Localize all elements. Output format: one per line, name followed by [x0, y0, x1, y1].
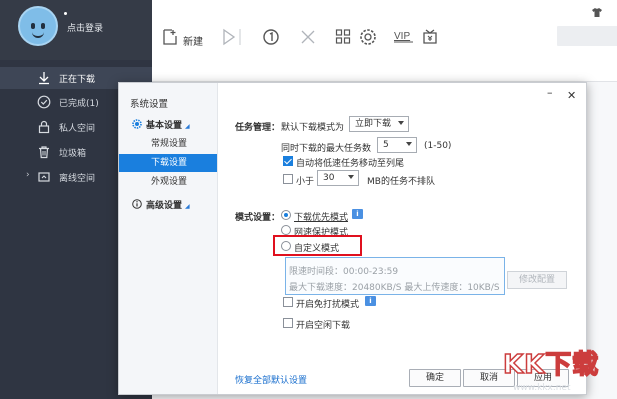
auto-move-label: 自动将低速任务移动至列尾 [296, 159, 405, 169]
no-disturb-checkbox[interactable] [283, 297, 293, 307]
no-disturb-label: 开启免打扰模式 [296, 300, 360, 310]
download-arrow-icon [37, 71, 51, 85]
speed-limit-detail: 最大下载速度：20480KB/S 最大上传速度：10KB/S [289, 283, 500, 293]
sidebar-item-label: 已完成(1) [59, 99, 99, 109]
speed-limit-icon[interactable] [262, 28, 280, 50]
nav-group-label: 高级设置 [146, 201, 183, 211]
less-than-suffix: MB的任务不排队 [367, 177, 435, 187]
new-button-label[interactable]: 新建 [183, 33, 203, 48]
settings-nav: 系统设置 基本设置 ◢ 常规设置 下载设置 外观设置 高级设置 ◢ [119, 83, 218, 394]
chevron-right-icon[interactable]: › [26, 170, 30, 180]
minimize-icon[interactable]: – [547, 86, 553, 99]
gear-icon [132, 119, 142, 129]
idle-download-label: 开启空闲下载 [296, 321, 351, 331]
highlight-box [273, 235, 362, 256]
auto-move-checkbox[interactable] [283, 156, 293, 166]
nav-sub-general[interactable]: 常规设置 [119, 135, 217, 153]
sidebar-item-label: 垃圾箱 [59, 149, 87, 159]
select-value: 30 [323, 173, 335, 183]
nav-group-basic[interactable]: 基本设置 ◢ [132, 118, 190, 131]
mode-label: 模式设置： [235, 213, 281, 223]
less-than-checkbox[interactable] [283, 174, 293, 184]
sidebar-item-label: 正在下载 [59, 75, 96, 85]
restore-defaults-link[interactable]: 恢复全部默认设置 [235, 373, 307, 386]
nav-sub-download[interactable]: 下载设置 [119, 154, 217, 172]
divider [238, 28, 242, 50]
mode-radio-download-first[interactable] [281, 210, 291, 220]
info-icon[interactable]: i [352, 209, 363, 219]
cloud-icon [37, 170, 51, 184]
select-value: 5 [383, 140, 389, 150]
avatar[interactable] [18, 6, 58, 46]
status-dot [64, 12, 67, 15]
watermark-logo: KK下载 [502, 349, 600, 381]
chevron-down-icon [348, 175, 354, 179]
max-tasks-range: (1-50) [424, 141, 452, 151]
new-file-icon[interactable] [162, 28, 178, 50]
max-tasks-label: 同时下载的最大任务数 [281, 144, 372, 154]
trash-icon [37, 145, 51, 159]
sidebar-item-label: 离线空间 [59, 174, 96, 184]
chevron-down-icon [406, 142, 412, 146]
close-icon[interactable]: ✕ [567, 89, 576, 102]
select-value: 立即下载 [355, 119, 392, 129]
mode-radio-net-protect[interactable] [281, 225, 291, 235]
default-mode-label: 默认下载模式为 [281, 123, 345, 133]
mode-option-label: 下载优先模式 [294, 213, 349, 223]
speed-limit-box: 限速时间段：00:00-23:59 最大下载速度：20480KB/S 最大上传速… [285, 257, 505, 295]
watermark: KK下载 www.kkx.net [502, 344, 615, 399]
dialog-title: 系统设置 [130, 99, 169, 110]
triangle-down-icon: ◢ [185, 123, 190, 130]
shirt-icon[interactable] [592, 8, 602, 20]
grid-icon[interactable] [335, 28, 351, 50]
info-circle-icon [132, 199, 142, 209]
vip-icon[interactable]: VIP [393, 28, 415, 50]
less-than-label: 小于 [296, 177, 315, 187]
task-mgmt-label: 任务管理： [235, 123, 281, 133]
login-link[interactable]: 点击登录 [67, 21, 103, 34]
nav-group-label: 基本设置 [146, 121, 183, 131]
nav-group-advanced[interactable]: 高级设置 ◢ [132, 198, 190, 211]
lock-icon [37, 120, 51, 134]
watermark-url: www.kkx.net [513, 383, 571, 393]
play-icon[interactable] [222, 28, 236, 50]
sidebar-item-label: 私人空间 [59, 124, 96, 134]
speed-limit-time: 限速时间段：00:00-23:59 [289, 267, 399, 277]
search-box[interactable] [557, 26, 617, 46]
modify-config-button[interactable]: 修改配置 [507, 271, 567, 289]
delete-icon[interactable] [300, 28, 316, 50]
info-icon[interactable]: i [365, 296, 376, 306]
nav-sub-appearance[interactable]: 外观设置 [119, 173, 217, 191]
default-mode-select[interactable]: 立即下载 [349, 116, 409, 132]
svg-text:VIP: VIP [394, 31, 410, 42]
triangle-down-icon: ◢ [185, 203, 190, 210]
chevron-down-icon [398, 121, 404, 125]
settings-icon[interactable] [359, 28, 377, 50]
max-tasks-select[interactable]: 5 [377, 137, 417, 153]
ok-button[interactable]: 确定 [409, 369, 461, 387]
toolbar: 新建 VIP [152, 0, 617, 82]
check-circle-icon [37, 95, 51, 109]
wallet-icon[interactable] [421, 28, 439, 50]
less-than-select[interactable]: 30 [317, 170, 359, 186]
profile-area: 点击登录 [0, 0, 152, 60]
idle-download-checkbox[interactable] [283, 318, 293, 328]
